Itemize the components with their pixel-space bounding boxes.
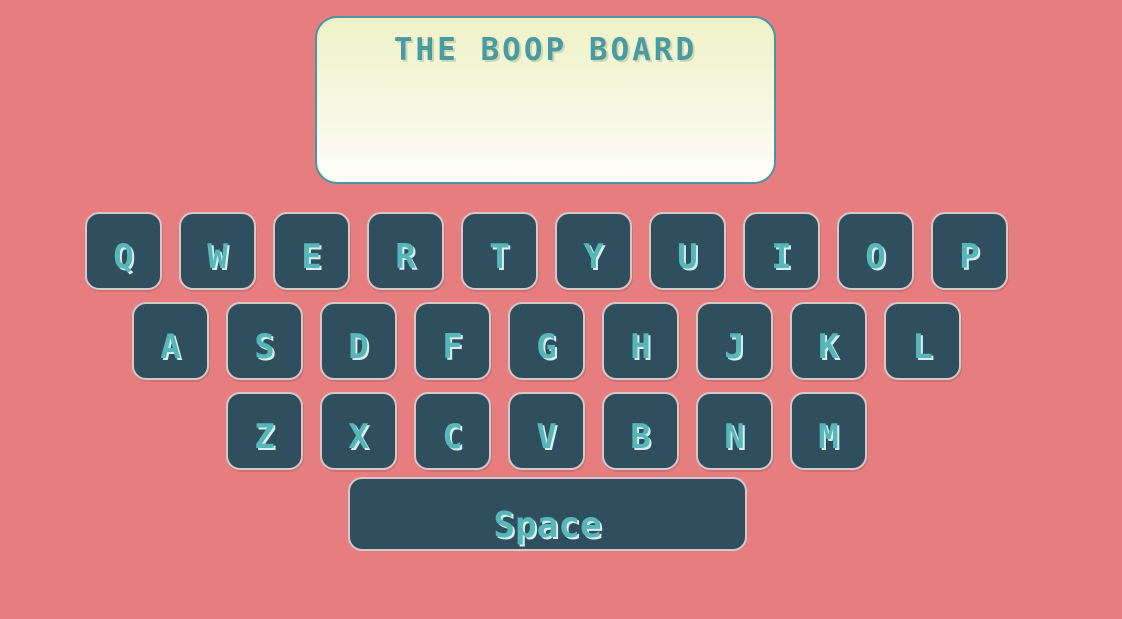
keyboard: Q W E R T Y U I O P A S D F G H J K L Z …: [0, 0, 1122, 619]
key-k[interactable]: K: [790, 302, 867, 380]
key-v[interactable]: V: [508, 392, 585, 470]
key-label: O: [865, 237, 886, 277]
key-label: C: [442, 417, 463, 457]
key-a[interactable]: A: [132, 302, 209, 380]
key-s[interactable]: S: [226, 302, 303, 380]
key-c[interactable]: C: [414, 392, 491, 470]
key-x[interactable]: X: [320, 392, 397, 470]
key-label: U: [677, 237, 698, 277]
key-label: R: [395, 237, 416, 277]
key-b[interactable]: B: [602, 392, 679, 470]
key-label: P: [959, 237, 980, 277]
key-label: Q: [113, 237, 134, 277]
key-label: E: [301, 237, 322, 277]
key-h[interactable]: H: [602, 302, 679, 380]
key-label: Y: [583, 237, 604, 277]
key-p[interactable]: P: [931, 212, 1008, 290]
key-label: K: [818, 327, 839, 367]
key-n[interactable]: N: [696, 392, 773, 470]
key-label: I: [771, 237, 792, 277]
key-label: J: [724, 327, 745, 367]
space-label: Space: [493, 504, 602, 546]
key-label: S: [254, 327, 275, 367]
key-label: V: [536, 417, 557, 457]
key-o[interactable]: O: [837, 212, 914, 290]
key-label: F: [442, 327, 463, 367]
key-t[interactable]: T: [461, 212, 538, 290]
key-label: X: [348, 417, 369, 457]
key-label: D: [348, 327, 369, 367]
key-label: B: [630, 417, 651, 457]
key-label: L: [912, 327, 933, 367]
key-f[interactable]: F: [414, 302, 491, 380]
key-g[interactable]: G: [508, 302, 585, 380]
key-l[interactable]: L: [884, 302, 961, 380]
key-u[interactable]: U: [649, 212, 726, 290]
key-w[interactable]: W: [179, 212, 256, 290]
key-label: N: [724, 417, 745, 457]
key-e[interactable]: E: [273, 212, 350, 290]
key-d[interactable]: D: [320, 302, 397, 380]
key-z[interactable]: Z: [226, 392, 303, 470]
key-label: Z: [254, 417, 275, 457]
key-label: W: [207, 237, 228, 277]
key-i[interactable]: I: [743, 212, 820, 290]
key-r[interactable]: R: [367, 212, 444, 290]
key-q[interactable]: Q: [85, 212, 162, 290]
key-j[interactable]: J: [696, 302, 773, 380]
key-label: H: [630, 327, 651, 367]
key-label: A: [160, 327, 181, 367]
key-m[interactable]: M: [790, 392, 867, 470]
space-key[interactable]: Space: [348, 477, 747, 551]
key-label: G: [536, 327, 557, 367]
key-label: T: [489, 237, 510, 277]
key-y[interactable]: Y: [555, 212, 632, 290]
key-label: M: [818, 417, 839, 457]
